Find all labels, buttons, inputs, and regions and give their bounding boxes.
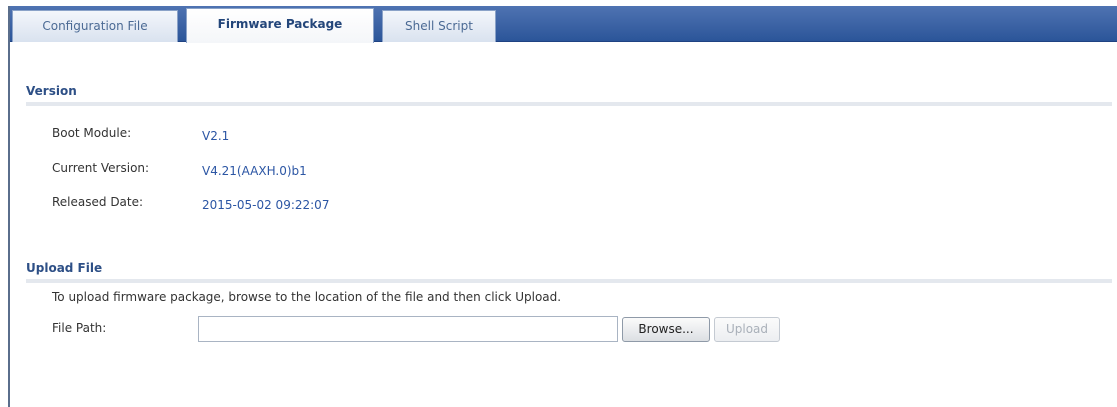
- boot-module-value: V2.1: [202, 129, 230, 143]
- version-section-divider: [26, 102, 1112, 106]
- boot-module-label: Boot Module:: [52, 126, 132, 140]
- file-manager-panel: Configuration File Firmware Package Shel…: [8, 6, 1117, 407]
- tab-configuration-file[interactable]: Configuration File: [12, 10, 178, 42]
- upload-section-divider: [26, 279, 1112, 283]
- upload-section-title: Upload File: [26, 261, 103, 275]
- upload-instructions: To upload firmware package, browse to th…: [52, 290, 562, 304]
- version-section-title: Version: [26, 84, 77, 98]
- browse-button[interactable]: Browse...: [622, 317, 710, 342]
- current-version-label: Current Version:: [52, 161, 150, 175]
- current-version-value: V4.21(AAXH.0)b1: [202, 164, 307, 178]
- tab-content: Version Boot Module: V2.1 Current Versio…: [10, 42, 1115, 407]
- tab-firmware-package[interactable]: Firmware Package: [186, 8, 374, 43]
- released-date-label: Released Date:: [52, 195, 144, 209]
- released-date-value: 2015-05-02 09:22:07: [202, 198, 330, 212]
- tab-bar: Configuration File Firmware Package Shel…: [10, 6, 1117, 43]
- file-path-input[interactable]: [198, 316, 618, 342]
- file-path-label: File Path:: [52, 321, 107, 335]
- upload-button[interactable]: Upload: [714, 317, 780, 342]
- tab-shell-script[interactable]: Shell Script: [382, 10, 496, 42]
